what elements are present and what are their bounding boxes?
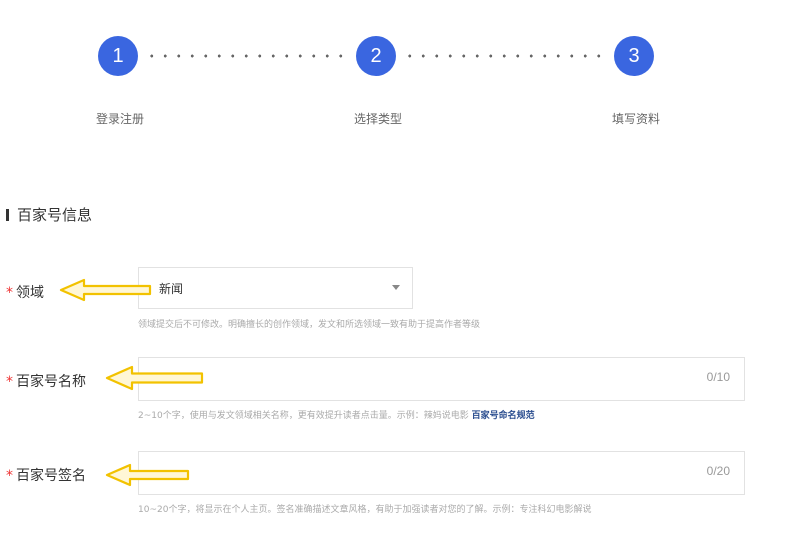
required-mark: * [6, 468, 13, 484]
domain-label-text: 领域 [16, 285, 44, 301]
section-title-text: 百家号信息 [17, 206, 93, 224]
annotation-arrow-icon [105, 365, 204, 391]
signature-label-text: 百家号签名 [16, 468, 86, 484]
name-label: * 百家号名称 [6, 371, 86, 391]
signature-input[interactable]: 0/20 [138, 451, 745, 495]
required-mark: * [6, 285, 13, 301]
step-1-label: 登录注册 [95, 112, 144, 126]
step-3-circle: 3 [614, 36, 654, 76]
section-title: 百家号信息 [6, 204, 92, 225]
step-connector-1 [145, 53, 350, 59]
annotation-arrow-icon [59, 278, 152, 302]
signature-label: * 百家号签名 [6, 465, 86, 485]
chevron-down-icon [392, 285, 400, 290]
name-hint: 2~10个字，使用与发文领域相关名称，更有效提升读者点击量。示例：辣妈说电影 百… [138, 408, 535, 421]
required-mark: * [6, 374, 13, 390]
domain-select-value: 新闻 [159, 282, 184, 296]
step-1-circle: 1 [98, 36, 138, 76]
domain-hint: 领域提交后不可修改。明确擅长的创作领域，发文和所选领域一致有助于提高作者等级 [138, 320, 481, 330]
section-marker [6, 209, 9, 221]
step-2-circle: 2 [356, 36, 396, 76]
signature-hint: 10~20个字，将显示在个人主页。签名准确描述文章风格，有助于加强读者对您的了解… [138, 505, 592, 515]
name-label-text: 百家号名称 [16, 374, 86, 390]
name-hint-text: 2~10个字，使用与发文领域相关名称，更有效提升读者点击量。示例：辣妈说电影 [138, 411, 469, 421]
step-connector-2 [403, 53, 608, 59]
domain-label: * 领域 [6, 282, 44, 302]
name-char-counter: 0/10 [706, 370, 730, 384]
step-3-label: 填写资料 [611, 112, 660, 126]
signature-char-counter: 0/20 [706, 464, 730, 478]
naming-rules-link[interactable]: 百家号命名规范 [472, 411, 535, 421]
domain-select[interactable]: 新闻 [138, 267, 413, 309]
annotation-arrow-icon [105, 463, 190, 487]
name-input[interactable]: 0/10 [138, 357, 745, 401]
step-2-label: 选择类型 [353, 112, 402, 126]
